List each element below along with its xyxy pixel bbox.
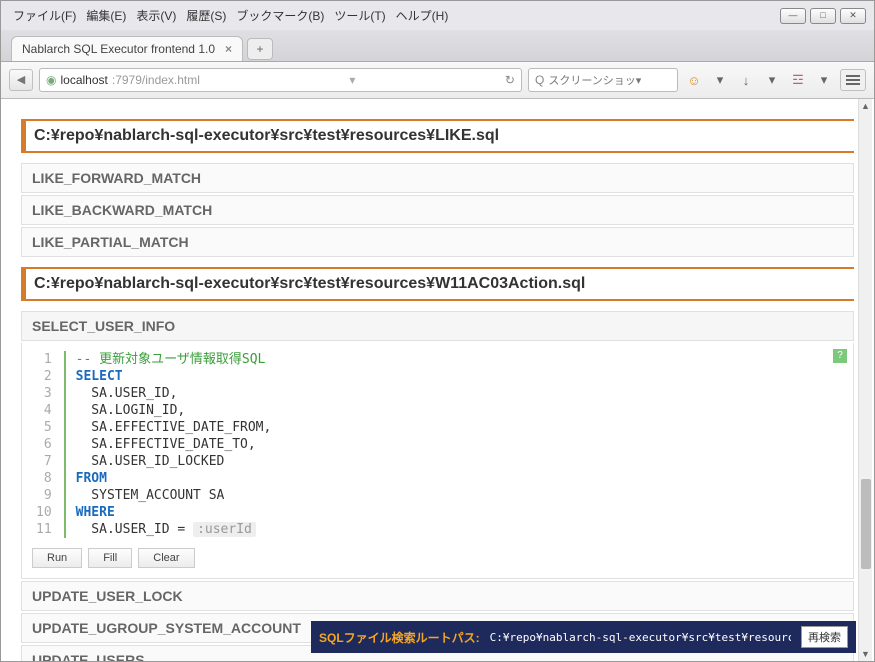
footer-search-bar: SQLファイル検索ルートパス: C:¥repo¥nablarch-sql-exe…	[311, 621, 856, 653]
tool-icon[interactable]: ☲	[788, 72, 808, 88]
help-icon[interactable]: ?	[833, 349, 847, 363]
minimize-button[interactable]: —	[780, 8, 806, 24]
scroll-thumb[interactable]	[861, 479, 871, 569]
dropdown-icon[interactable]: ▾	[349, 73, 355, 87]
sql-entry[interactable]: LIKE_PARTIAL_MATCH	[21, 227, 854, 257]
sql-file-header: C:¥repo¥nablarch-sql-executor¥src¥test¥r…	[21, 267, 854, 301]
sql-entry[interactable]: UPDATE_USER_LOCK	[21, 581, 854, 611]
sql-file-header: C:¥repo¥nablarch-sql-executor¥src¥test¥r…	[21, 119, 854, 153]
tab-bar: Nablarch SQL Executor frontend 1.0 × +	[1, 30, 874, 62]
download-dropdown-icon[interactable]: ▾	[762, 72, 782, 88]
menubar: ファイル(F) 編集(E) 表示(V) 履歴(S) ブックマーク(B) ツール(…	[1, 1, 874, 30]
reload-icon[interactable]: ↻	[505, 73, 515, 87]
url-host: localhost	[60, 73, 107, 87]
code-body[interactable]: -- 更新対象ユーザ情報取得SQL SELECT SA.USER_ID, SA.…	[66, 351, 272, 538]
addon-icon[interactable]: ☺	[684, 73, 704, 88]
url-path: :7979/index.html	[112, 73, 200, 87]
menu-tools[interactable]: ツール(T)	[330, 5, 389, 26]
globe-icon: ◉	[46, 73, 56, 87]
nav-toolbar: ◀ ◉ localhost :7979/index.html ▾ ↻ Q スクリー…	[1, 62, 874, 99]
fill-button[interactable]: Fill	[88, 548, 132, 568]
run-button[interactable]: Run	[32, 548, 82, 568]
new-tab-button[interactable]: +	[247, 38, 273, 60]
sql-entry[interactable]: LIKE_FORWARD_MATCH	[21, 163, 854, 193]
tab-close-icon[interactable]: ×	[225, 42, 232, 56]
sql-entry[interactable]: LIKE_BACKWARD_MATCH	[21, 195, 854, 225]
sql-entry-open[interactable]: SELECT_USER_INFO	[21, 311, 854, 341]
menu-view[interactable]: 表示(V)	[132, 5, 180, 26]
research-button[interactable]: 再検索	[801, 626, 848, 648]
clear-button[interactable]: Clear	[138, 548, 194, 568]
tab-title: Nablarch SQL Executor frontend 1.0	[22, 42, 215, 56]
menu-history[interactable]: 履歴(S)	[182, 5, 230, 26]
menu-help[interactable]: ヘルプ(H)	[392, 5, 453, 26]
sql-editor: ? 1 2 3 4 5 6 7 8 9 10 11 -	[21, 343, 854, 579]
back-button[interactable]: ◀	[9, 69, 33, 91]
download-icon[interactable]: ↓	[736, 73, 756, 88]
address-bar[interactable]: ◉ localhost :7979/index.html ▾ ↻	[39, 68, 522, 92]
footer-path: C:¥repo¥nablarch-sql-executor¥src¥test¥r…	[490, 631, 791, 644]
scrollbar[interactable]: ▲ ▼	[858, 99, 872, 661]
browser-window: ファイル(F) 編集(E) 表示(V) 履歴(S) ブックマーク(B) ツール(…	[0, 0, 875, 662]
tool-dropdown-icon[interactable]: ▾	[814, 72, 834, 88]
maximize-button[interactable]: □	[810, 8, 836, 24]
footer-label: SQLファイル検索ルートパス:	[319, 629, 480, 646]
menu-button[interactable]	[840, 69, 866, 91]
browser-tab[interactable]: Nablarch SQL Executor frontend 1.0 ×	[11, 36, 243, 61]
editor-buttons: Run Fill Clear	[32, 548, 843, 568]
window-controls: — □ ✕	[780, 8, 866, 24]
addon-dropdown-icon[interactable]: ▾	[710, 72, 730, 88]
search-box[interactable]: Q スクリーンショッ▾	[528, 68, 678, 92]
page-content: C:¥repo¥nablarch-sql-executor¥src¥test¥r…	[1, 99, 874, 661]
close-button[interactable]: ✕	[840, 8, 866, 24]
param-input[interactable]: :userId	[193, 522, 256, 537]
menu-bookmarks[interactable]: ブックマーク(B)	[232, 5, 328, 26]
scroll-down-icon[interactable]: ▼	[859, 647, 872, 661]
search-icon: Q	[535, 73, 544, 87]
line-gutter: 1 2 3 4 5 6 7 8 9 10 11	[32, 351, 66, 538]
menu-edit[interactable]: 編集(E)	[82, 5, 130, 26]
search-placeholder: スクリーンショッ▾	[548, 72, 641, 88]
content-area: C:¥repo¥nablarch-sql-executor¥src¥test¥r…	[1, 99, 874, 661]
scroll-up-icon[interactable]: ▲	[859, 99, 872, 113]
menu-file[interactable]: ファイル(F)	[9, 5, 80, 26]
